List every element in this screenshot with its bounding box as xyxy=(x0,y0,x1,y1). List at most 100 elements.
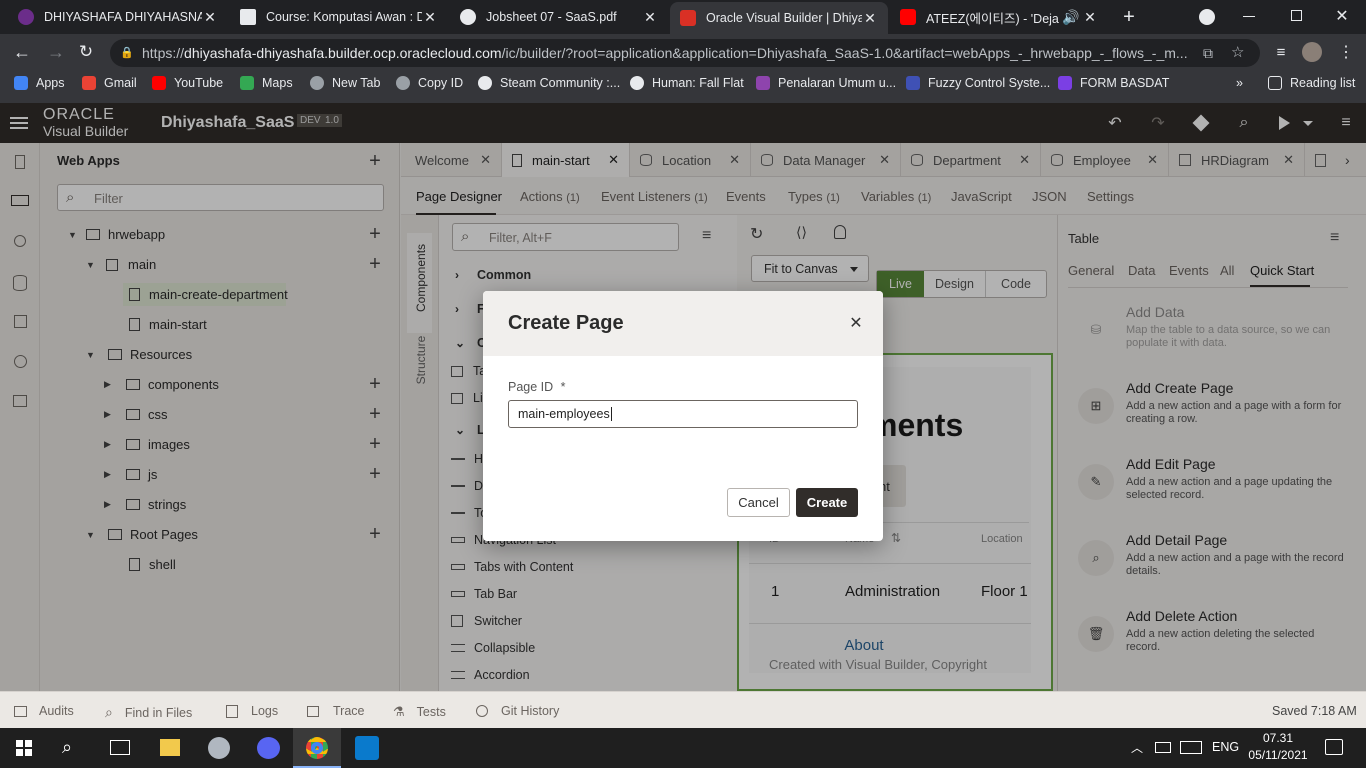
close-icon[interactable]: ✕ xyxy=(862,10,878,27)
browser-tab-title: Jobsheet 07 - SaaS.pdf xyxy=(486,10,617,24)
create-button[interactable]: Create xyxy=(796,488,858,517)
bookmark-label: Human: Fall Flat xyxy=(652,76,744,90)
forms-icon xyxy=(1058,76,1072,90)
browser-tab-4[interactable]: Oracle Visual Builder | Dhiyas ✕ xyxy=(670,2,888,34)
browser-tab-2[interactable]: Course: Komputasi Awan : Dip ✕ xyxy=(230,0,448,34)
dialog-header: Create Page ✕ xyxy=(483,291,883,356)
address-bar[interactable]: 🔒 https://dhiyashafa-dhiyashafa.builder.… xyxy=(110,39,1260,67)
bookmark-youtube[interactable]: YouTube xyxy=(152,76,223,90)
status-tests[interactable]: ⚗ Tests xyxy=(393,704,446,720)
status-label: Trace xyxy=(333,704,365,718)
clock-date[interactable]: 05/11/2021 xyxy=(1244,748,1312,762)
steam-icon xyxy=(630,76,644,90)
forward-icon[interactable]: → xyxy=(46,42,66,62)
bookmark-apps[interactable]: Apps xyxy=(14,76,65,90)
bookmark-gmail[interactable]: Gmail xyxy=(82,76,137,90)
browser-tab-title: DHIYASHAFA DHIYAHASNA H xyxy=(44,10,202,24)
logs-icon xyxy=(226,704,238,718)
saved-status: Saved 7:18 AM xyxy=(1272,704,1357,718)
browser-tab-title: ATEEZ(에이티즈) - 'Deja V xyxy=(926,11,1062,26)
university-icon xyxy=(18,9,34,25)
audits-icon xyxy=(14,705,27,717)
status-trace[interactable]: Trace xyxy=(307,704,365,718)
app-icon[interactable] xyxy=(208,737,230,759)
status-bar: Audits ⌕ Find in Files Logs Trace ⚗ Tests … xyxy=(0,691,1366,728)
status-find-in-files[interactable]: ⌕ Find in Files xyxy=(105,704,192,721)
document-icon xyxy=(240,9,256,25)
close-icon[interactable]: ✕ xyxy=(422,9,438,26)
browser-tab-3[interactable]: Jobsheet 07 - SaaS.pdf ✕ xyxy=(450,0,668,34)
globe-icon xyxy=(310,76,324,90)
media-icon[interactable]: ≡ xyxy=(1271,42,1291,62)
apps-grid-icon xyxy=(14,76,28,90)
bookmark-maps[interactable]: Maps xyxy=(240,76,293,90)
close-icon[interactable]: ✕ xyxy=(642,9,658,26)
bookmark-label: Copy ID xyxy=(418,76,464,90)
search-icon[interactable]: ⌕ xyxy=(62,737,72,758)
bookmark-fuzzy[interactable]: Fuzzy Control Syste... xyxy=(906,76,1050,90)
youtube-icon xyxy=(900,9,916,25)
status-label: Git History xyxy=(501,704,560,718)
bookmarks-bar: Apps Gmail YouTube Maps New Tab Copy ID … xyxy=(0,70,1366,98)
browser-tab-1[interactable]: DHIYASHAFA DHIYAHASNA H ✕ xyxy=(8,0,228,34)
globe-icon xyxy=(460,9,476,25)
bookmark-form-basdat[interactable]: FORM BASDAT xyxy=(1058,76,1169,90)
tab-search-icon[interactable] xyxy=(1199,9,1215,25)
browser-tab-5[interactable]: ATEEZ(에이티즈) - 'Deja V 🔊 ✕ xyxy=(890,0,1108,34)
share-icon[interactable]: ⧉ xyxy=(1203,39,1213,67)
search-icon: ⌕ xyxy=(105,704,113,720)
browser-tab-title: Course: Komputasi Awan : Dip xyxy=(266,10,422,24)
bookmarks-overflow-icon[interactable]: » xyxy=(1236,76,1243,90)
page-id-value: main-employees xyxy=(518,407,612,421)
page-id-input[interactable]: main-employees xyxy=(508,400,858,428)
network-icon[interactable] xyxy=(1155,742,1171,753)
notification-icon[interactable] xyxy=(1325,739,1343,755)
speaker-icon[interactable]: 🔊 xyxy=(1062,9,1079,26)
file-explorer-icon[interactable] xyxy=(160,739,180,756)
url-path: /ic/builder/?root=application&applicatio… xyxy=(501,45,1188,61)
back-icon[interactable]: ← xyxy=(12,42,32,62)
language-indicator[interactable]: ENG xyxy=(1212,740,1239,754)
minimize-icon[interactable] xyxy=(1243,16,1255,17)
lock-icon: 🔒 xyxy=(120,47,134,59)
vscode-icon[interactable] xyxy=(355,736,379,760)
status-logs[interactable]: Logs xyxy=(226,704,278,718)
page-id-label: Page ID * xyxy=(508,380,566,394)
keyboard-icon[interactable] xyxy=(1180,741,1202,754)
status-git-history[interactable]: Git History xyxy=(476,704,559,718)
discord-icon[interactable] xyxy=(257,737,280,759)
menu-icon[interactable]: ⋮ xyxy=(1336,42,1356,62)
steam-icon xyxy=(478,76,492,90)
bookmark-new-tab[interactable]: New Tab xyxy=(310,76,380,90)
avatar[interactable] xyxy=(1302,42,1322,62)
bookmark-star-icon[interactable]: ☆ xyxy=(1231,39,1244,67)
bookmark-label: FORM BASDAT xyxy=(1080,76,1170,90)
chevron-up-icon[interactable]: ︿ xyxy=(1131,739,1143,756)
bookmark-label: Gmail xyxy=(104,76,137,90)
close-icon[interactable]: ✕ xyxy=(202,9,218,26)
status-audits[interactable]: Audits xyxy=(14,704,74,718)
restore-icon[interactable] xyxy=(1291,10,1302,21)
bookmark-label: Maps xyxy=(262,76,293,90)
cancel-button[interactable]: Cancel xyxy=(727,488,790,517)
maps-icon xyxy=(240,76,254,90)
bookmark-copy-id[interactable]: Copy ID xyxy=(396,76,463,90)
status-label: Audits xyxy=(39,704,74,718)
task-view-icon[interactable] xyxy=(110,740,130,755)
required-marker: * xyxy=(560,380,566,394)
bookmark-label: Penalaran Umum u... xyxy=(778,76,897,90)
bookmark-human-fall-flat[interactable]: Human: Fall Flat xyxy=(630,76,744,90)
windows-start-icon[interactable] xyxy=(16,740,32,756)
new-tab-icon[interactable]: + xyxy=(1118,6,1140,28)
bookmark-penalaran[interactable]: Penalaran Umum u... xyxy=(756,76,896,90)
zenius-icon xyxy=(756,76,770,90)
create-page-dialog: Create Page ✕ Page ID * main-employees C… xyxy=(483,291,883,541)
window-close-icon[interactable]: ✕ xyxy=(1334,6,1350,26)
clock-time[interactable]: 07.31 xyxy=(1255,731,1301,745)
reload-icon[interactable]: ↻ xyxy=(76,42,96,62)
chrome-taskbar-item[interactable] xyxy=(293,728,341,768)
bookmark-steam[interactable]: Steam Community :... xyxy=(478,76,620,90)
close-icon[interactable]: ✕ xyxy=(1082,9,1098,26)
close-icon[interactable]: ✕ xyxy=(847,313,865,333)
reading-list[interactable]: Reading list xyxy=(1268,76,1355,90)
